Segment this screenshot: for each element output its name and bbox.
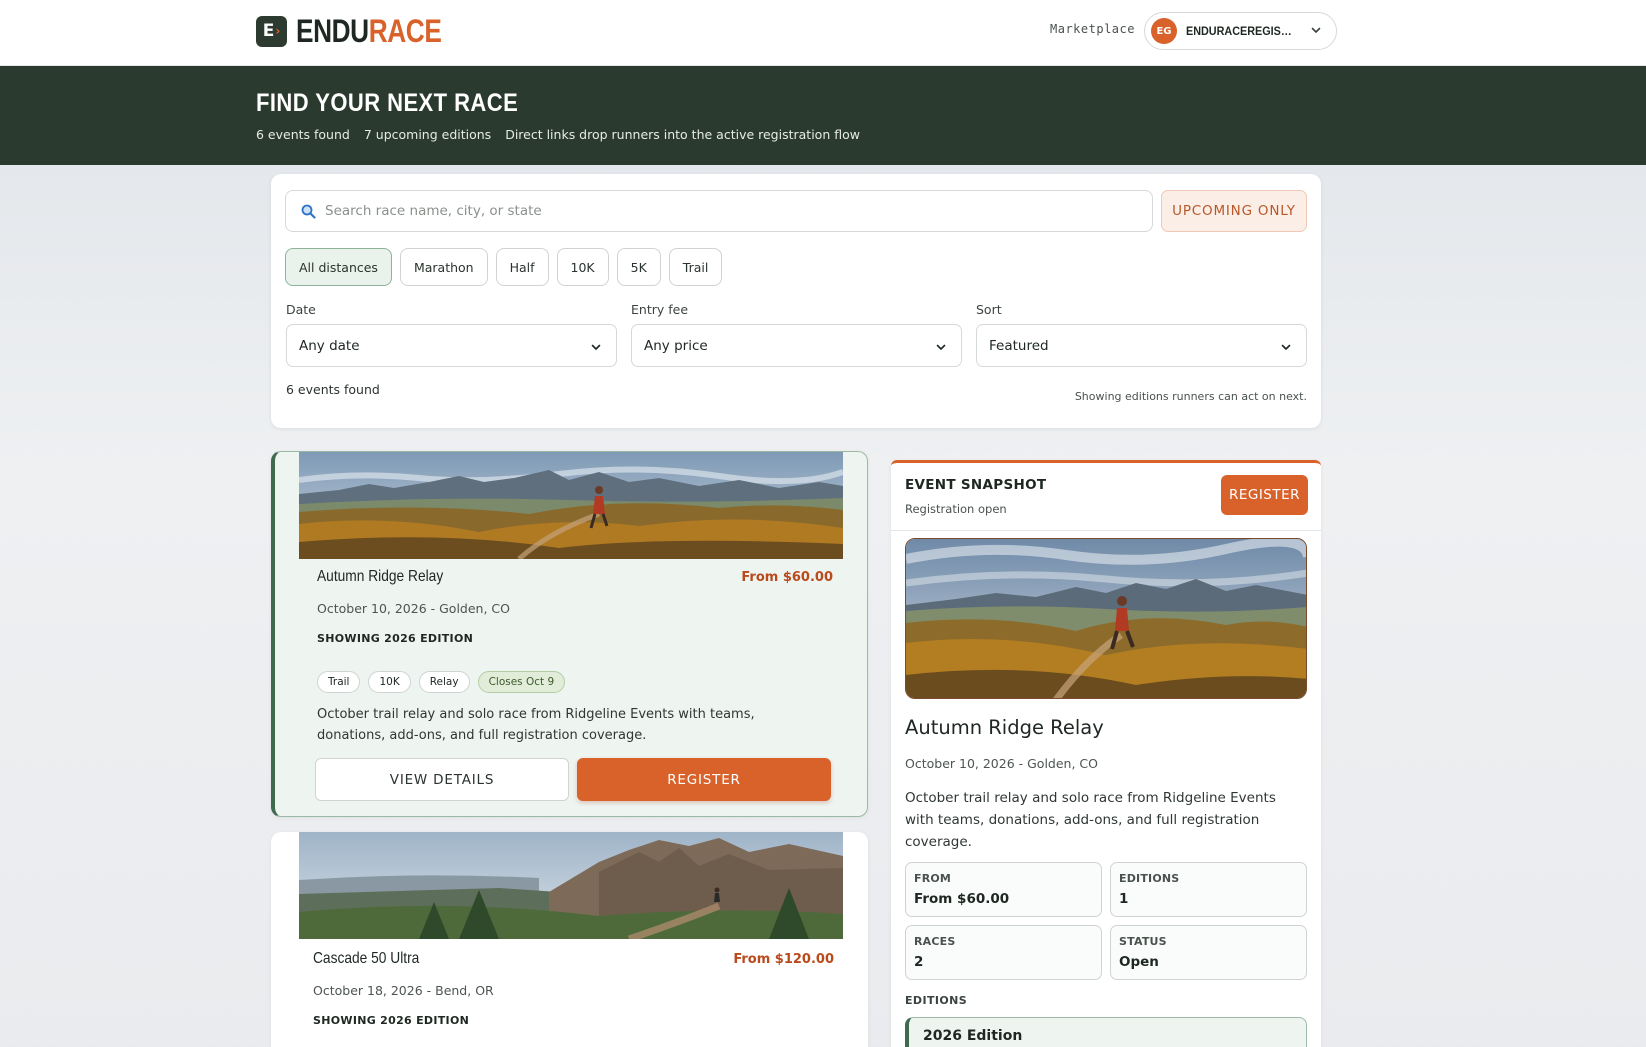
chip-all-distances[interactable]: All distances: [285, 248, 392, 286]
hero-upcoming-editions: 7 upcoming editions: [363, 127, 492, 142]
fee-select-value: Any price: [644, 337, 708, 354]
avatar: EG: [1151, 18, 1177, 44]
stat-status: STATUS Open: [1110, 925, 1307, 980]
chip-half[interactable]: Half: [495, 248, 549, 286]
chevron-down-icon: [1310, 24, 1322, 36]
results-note: Showing editions runners can act on next…: [1074, 390, 1307, 403]
distance-chips: All distances Marathon Half 10K 5K Trail: [285, 248, 723, 286]
upcoming-only-toggle[interactable]: UPCOMING ONLY: [1161, 190, 1307, 232]
hero-meta: 6 events found 7 upcoming editions Direc…: [256, 127, 860, 142]
fee-filter: Entry fee Any price: [631, 302, 962, 367]
stat-races-label: RACES: [914, 935, 956, 948]
date-select[interactable]: Any date: [286, 324, 617, 367]
tag-relay: Relay: [418, 671, 470, 693]
snapshot-photo: [905, 538, 1307, 699]
snapshot-status: Registration open: [905, 502, 1007, 516]
stat-editions: EDITIONS 1: [1110, 862, 1307, 917]
stat-races-value: 2: [914, 954, 924, 970]
event-photo: [299, 452, 843, 559]
stat-status-value: Open: [1119, 954, 1159, 970]
snapshot-title: Autumn Ridge Relay: [905, 716, 1104, 739]
logo-wordmark: ENDURACE: [296, 13, 442, 49]
sort-filter-label: Sort: [976, 302, 1002, 317]
event-photo: [299, 832, 843, 939]
event-edition: SHOWING 2026 EDITION: [317, 632, 474, 645]
date-filter-label: Date: [286, 302, 316, 317]
stat-from: FROM From $60.00: [905, 862, 1102, 917]
register-button[interactable]: REGISTER: [577, 758, 831, 801]
event-card-cascade-50-ultra[interactable]: Cascade 50 Ultra From $120.00 October 18…: [271, 832, 868, 1047]
snapshot-description: October trail relay and solo race from R…: [905, 790, 1276, 850]
event-title[interactable]: Autumn Ridge Relay: [317, 568, 443, 586]
divider: [891, 530, 1321, 531]
page-title: FIND YOUR NEXT RACE: [256, 89, 519, 117]
top-nav: E › ENDURACE Marketplace EG ENDURACEREGIS…: [0, 0, 1646, 66]
stat-races: RACES 2: [905, 925, 1102, 980]
search-box[interactable]: [285, 190, 1153, 232]
logo[interactable]: E › ENDURACE: [256, 15, 473, 47]
event-date-location: October 10, 2026 - Golden, CO: [317, 601, 510, 616]
hero-banner: FIND YOUR NEXT RACE 6 events found 7 upc…: [0, 66, 1646, 165]
stat-editions-label: EDITIONS: [1119, 872, 1180, 885]
marketplace-link[interactable]: Marketplace: [1050, 22, 1135, 36]
tag-10k: 10K: [368, 671, 411, 693]
sort-filter: Sort Featured: [976, 302, 1307, 367]
account-name: ENDURACEREGISTRATION: [1186, 24, 1293, 38]
snapshot-date-location: October 10, 2026 - Golden, CO: [905, 756, 1098, 771]
snapshot-header: EVENT SNAPSHOT Registration open: [905, 477, 1046, 516]
chip-5k[interactable]: 5K: [616, 248, 661, 286]
chip-trail[interactable]: Trail: [668, 248, 723, 286]
filter-panel: UPCOMING ONLY All distances Marathon Hal…: [271, 174, 1321, 428]
logo-mark: E ›: [256, 15, 287, 47]
event-tags: Trail 10K Relay Closes Oct 9: [317, 671, 566, 693]
chevron-down-icon: [935, 341, 947, 353]
snapshot-kicker: EVENT SNAPSHOT: [905, 477, 1047, 493]
date-select-value: Any date: [299, 337, 360, 354]
fee-filter-label: Entry fee: [631, 302, 689, 317]
tag-closes: Closes Oct 9: [477, 671, 566, 693]
stat-status-label: STATUS: [1119, 935, 1167, 948]
view-details-button[interactable]: VIEW DETAILS: [315, 758, 569, 801]
stat-from-value: From $60.00: [914, 891, 1010, 907]
account-menu[interactable]: EG ENDURACEREGISTRATION: [1144, 12, 1337, 50]
event-title[interactable]: Cascade 50 Ultra: [313, 950, 419, 968]
snapshot-editions-label: EDITIONS: [905, 994, 968, 1007]
event-card-autumn-ridge-relay[interactable]: Autumn Ridge Relay From $60.00 October 1…: [271, 451, 868, 817]
event-price: From $120.00: [733, 952, 834, 967]
event-snapshot: EVENT SNAPSHOT Registration open REGISTE…: [891, 460, 1321, 1047]
chip-marathon[interactable]: Marathon: [399, 248, 488, 286]
sort-select-value: Featured: [989, 337, 1049, 354]
date-filter: Date Any date: [286, 302, 617, 367]
logo-chevron-icon: ›: [275, 24, 281, 38]
snapshot-register-button[interactable]: REGISTER: [1221, 475, 1308, 515]
tag-trail: Trail: [317, 671, 361, 693]
stat-editions-value: 1: [1119, 891, 1129, 907]
event-edition: SHOWING 2026 EDITION: [313, 1014, 470, 1027]
search-input[interactable]: [325, 203, 1125, 219]
fee-select[interactable]: Any price: [631, 324, 962, 367]
event-description: October trail relay and solo race from R…: [317, 707, 755, 743]
event-date-location: October 18, 2026 - Bend, OR: [313, 983, 494, 998]
event-price: From $60.00: [741, 570, 833, 585]
chevron-down-icon: [590, 341, 602, 353]
hero-events-found: 6 events found: [256, 127, 350, 142]
hero-tagline: Direct links drop runners into the activ…: [505, 127, 860, 142]
search-icon: [301, 204, 316, 219]
results-count: 6 events found: [286, 382, 380, 397]
edition-item[interactable]: 2026 Edition: [905, 1017, 1307, 1047]
sort-select[interactable]: Featured: [976, 324, 1307, 367]
chip-10k[interactable]: 10K: [556, 248, 609, 286]
chevron-down-icon: [1280, 341, 1292, 353]
stat-from-label: FROM: [914, 872, 952, 885]
